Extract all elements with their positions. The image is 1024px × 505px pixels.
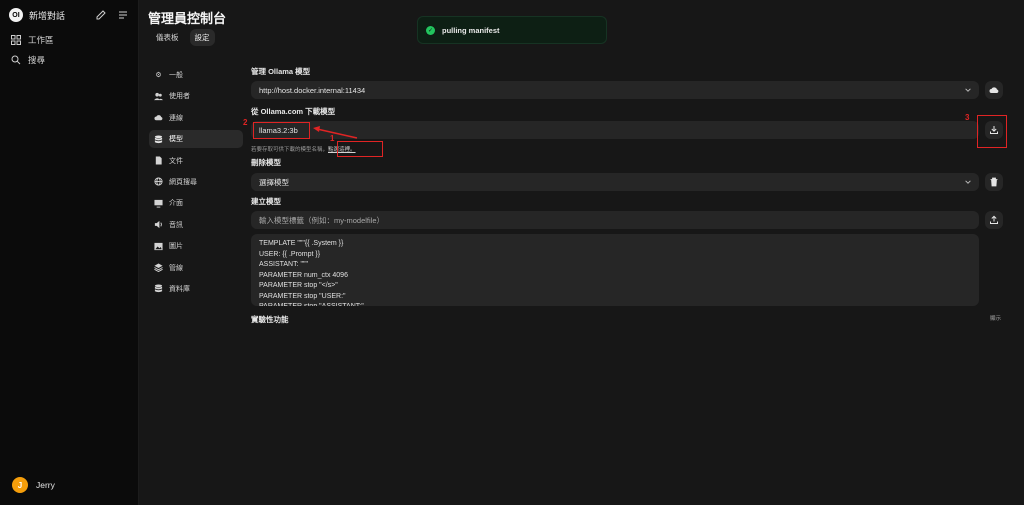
menu-icon[interactable]: [117, 9, 129, 21]
upload-modelfile-button[interactable]: [985, 211, 1003, 229]
settings-nav-web-search[interactable]: 網頁搜尋: [149, 173, 243, 191]
ollama-url-value: http://host.docker.internal:11434: [259, 85, 366, 95]
page-title: 管理員控制台: [148, 11, 227, 26]
settings-nav-users[interactable]: 使用者: [149, 87, 243, 105]
experimental-label: 實驗性功能: [251, 315, 289, 324]
annotation-box-model-tag: [253, 122, 310, 139]
delete-model-placeholder: 選擇模型: [259, 177, 289, 187]
user-name: Jerry: [36, 480, 55, 490]
toast-message: pulling manifest: [442, 25, 500, 35]
settings-nav-documents[interactable]: 文件: [149, 152, 243, 170]
gear-icon: ⚙: [155, 72, 162, 79]
nav-label: 文件: [169, 157, 183, 165]
settings-nav-general[interactable]: ⚙ 一般: [149, 66, 243, 84]
sidebar-item-label: 工作區: [28, 35, 54, 45]
avatar: J: [12, 477, 28, 493]
chevron-down-icon: [965, 88, 971, 92]
create-model-label: 建立模型: [251, 197, 281, 206]
settings-nav: ⚙ 一般 使用者 連線 模型 文件 網頁搜尋 介面 音訊 圖片 管線 資料庫: [149, 66, 243, 301]
modelfile-textarea[interactable]: TEMPLATE """{{ .System }} USER: {{ .Prom…: [251, 234, 979, 306]
new-chat-link[interactable]: 新增對話: [29, 9, 65, 22]
globe-icon: [154, 177, 163, 187]
users-icon: [154, 92, 163, 101]
nav-label: 模型: [169, 136, 183, 144]
search-icon: [10, 54, 22, 66]
download-model-label: 從 Ollama.com 下載模型: [251, 107, 336, 116]
admin-tabs: 儀表板 設定: [151, 29, 215, 46]
annotation-arrow: [313, 126, 358, 139]
nav-label: 管線: [169, 264, 183, 272]
nav-label: 使用者: [169, 93, 190, 101]
sidebar-item-search[interactable]: 搜尋: [0, 50, 138, 70]
annotation-box-hint-link: [337, 141, 383, 157]
settings-nav-interface[interactable]: 介面: [149, 194, 243, 212]
chevron-down-icon: [965, 180, 971, 184]
annotation-number-3: 3: [965, 113, 970, 122]
cloud-sync-icon: [989, 87, 999, 93]
check-icon: ✓: [426, 25, 435, 35]
delete-model-label: 刪除模型: [251, 158, 281, 167]
sidebar-item-workspace[interactable]: 工作區: [0, 30, 138, 50]
settings-nav-connections[interactable]: 連線: [149, 109, 243, 127]
speaker-icon: [154, 220, 163, 229]
manage-models-button[interactable]: [985, 81, 1003, 99]
annotation-number-2: 2: [243, 118, 248, 127]
toast-notification: ✓ pulling manifest: [417, 16, 607, 44]
upload-icon: [990, 215, 998, 224]
app-logo: OI: [9, 8, 23, 22]
sidebar-header: OI 新增對話: [0, 0, 138, 30]
trash-icon: [990, 177, 998, 187]
settings-nav-database[interactable]: 資料庫: [149, 280, 243, 298]
sidebar: OI 新增對話 工作區 搜尋 J Jerry: [0, 0, 139, 505]
grid-icon: [10, 34, 22, 46]
settings-nav-audio[interactable]: 音訊: [149, 216, 243, 234]
nav-label: 音訊: [169, 221, 183, 229]
monitor-icon: [154, 199, 163, 208]
nav-label: 一般: [169, 72, 183, 79]
cloud-icon: [154, 113, 163, 122]
nav-label: 圖片: [169, 243, 183, 251]
tab-settings[interactable]: 設定: [189, 29, 215, 46]
database-icon: [154, 135, 163, 144]
annotation-box-pull-button: [977, 115, 1007, 148]
main-panel: 管理員控制台 儀表板 設定 ✓ pulling manifest ⚙ 一般 使用…: [139, 0, 1024, 505]
ollama-url-select[interactable]: http://host.docker.internal:11434: [251, 81, 979, 99]
sidebar-item-label: 搜尋: [28, 55, 46, 65]
user-menu[interactable]: J Jerry: [12, 477, 55, 493]
show-toggle[interactable]: 顯示: [990, 314, 1001, 322]
nav-label: 網頁搜尋: [169, 178, 197, 186]
create-model-tag-input[interactable]: 輸入模型標籤（例如：my-modelfile）: [251, 211, 979, 229]
settings-nav-models[interactable]: 模型: [149, 130, 243, 149]
pipeline-icon: [154, 263, 163, 273]
edit-icon[interactable]: [95, 9, 107, 21]
settings-nav-images[interactable]: 圖片: [149, 237, 243, 255]
image-icon: [154, 242, 163, 251]
document-icon: [154, 156, 163, 165]
nav-label: 連線: [169, 114, 183, 122]
delete-model-button[interactable]: [985, 173, 1003, 191]
hint-text: 若要存取可供下載的模型名稱，: [251, 147, 329, 153]
delete-model-select[interactable]: 選擇模型: [251, 173, 979, 191]
nav-label: 資料庫: [169, 285, 190, 293]
database-icon: [154, 284, 163, 293]
manage-ollama-label: 管理 Ollama 模型: [251, 67, 311, 76]
tab-dashboard[interactable]: 儀表板: [151, 29, 184, 46]
settings-nav-pipelines[interactable]: 管線: [149, 259, 243, 277]
create-model-placeholder: 輸入模型標籤（例如：my-modelfile）: [259, 215, 385, 225]
nav-label: 介面: [169, 200, 183, 208]
